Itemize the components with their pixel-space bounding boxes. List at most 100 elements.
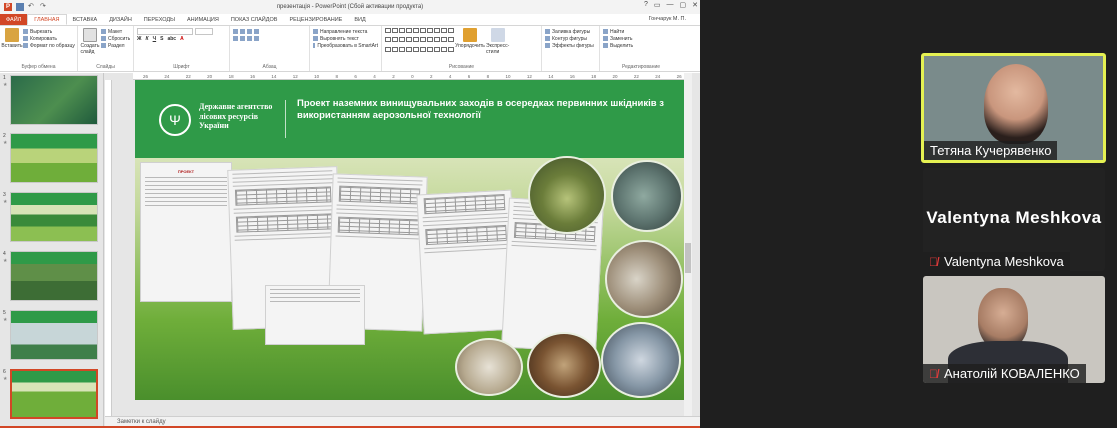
tab-animations[interactable]: АНИМАЦИЯ bbox=[181, 14, 225, 25]
replace-button[interactable]: Заменить bbox=[603, 35, 679, 42]
slide-thumbnail-3[interactable] bbox=[10, 192, 98, 242]
arrange-button[interactable]: Упорядочить bbox=[455, 28, 485, 55]
font-name-field[interactable] bbox=[137, 28, 193, 35]
participant-video[interactable]: Valentyna Meshkova 🎙̸ Valentyna Meshkova bbox=[923, 168, 1105, 271]
drawing-label: Рисование bbox=[448, 64, 475, 70]
undo-icon[interactable]: ↶ bbox=[28, 3, 36, 11]
justify-icon[interactable] bbox=[254, 36, 259, 41]
window-title: презентація - PowerPoint (Сбой активации… bbox=[276, 4, 424, 10]
thumb-star-icon: ★ bbox=[3, 140, 8, 146]
horizontal-ruler: 26 24 22 20 18 16 14 12 10 8 6 4 2 0 2 4 6 8 10 12 14 16 18 20 2… bbox=[133, 73, 692, 80]
clipboard-label: Буфер обмена bbox=[21, 64, 56, 70]
section-button[interactable]: Раздел bbox=[101, 42, 130, 49]
slide-thumbnail-1[interactable] bbox=[10, 75, 98, 125]
scrollbar-thumb[interactable] bbox=[685, 243, 691, 273]
shadow-icon[interactable]: S bbox=[160, 36, 163, 42]
align-center-icon[interactable] bbox=[240, 36, 245, 41]
paste-icon bbox=[5, 28, 19, 42]
align-left-icon[interactable] bbox=[233, 36, 238, 41]
strike-icon[interactable]: abc bbox=[167, 36, 176, 42]
save-icon[interactable] bbox=[16, 3, 24, 11]
slide-thumbnails-pane[interactable]: 1 ★ 2 ★ 3 ★ 4 ★ 5 ★ 6 ★ bbox=[0, 73, 104, 428]
tab-home[interactable]: ГЛАВНАЯ bbox=[27, 14, 67, 25]
participant-video[interactable]: Тетяна Кучерявенко bbox=[921, 53, 1106, 163]
align-right-icon[interactable] bbox=[247, 36, 252, 41]
tab-insert[interactable]: ВСТАВКА bbox=[67, 14, 104, 25]
layout-icon bbox=[101, 29, 106, 34]
underline-icon[interactable]: Ч bbox=[153, 36, 157, 42]
copy-icon bbox=[23, 36, 28, 41]
find-button[interactable]: Найти bbox=[603, 28, 679, 35]
vertical-scrollbar[interactable] bbox=[684, 73, 692, 418]
indent-icon[interactable] bbox=[247, 29, 252, 34]
microphone-muted-icon: 🎙̸ bbox=[929, 366, 938, 381]
shapes-gallery[interactable] bbox=[385, 28, 454, 55]
shape-format-group: Заливка фигуры Контур фигуры Эффекты фиг… bbox=[542, 26, 600, 71]
paragraph-align-buttons bbox=[233, 35, 306, 42]
slide-thumbnail-5[interactable] bbox=[10, 310, 98, 360]
participant-name: Анатолій КОВАЛЕНКО bbox=[944, 366, 1080, 381]
numbering-icon[interactable] bbox=[240, 29, 245, 34]
slide-canvas[interactable]: Ψ Державне агентство лісових ресурсів Ук… bbox=[135, 80, 684, 400]
select-button[interactable]: Выделить bbox=[603, 42, 679, 49]
tab-transitions[interactable]: ПЕРЕХОДЫ bbox=[138, 14, 181, 25]
bullets-icon[interactable] bbox=[233, 29, 238, 34]
slide-thumbnail-4[interactable] bbox=[10, 251, 98, 301]
bold-icon[interactable]: Ж bbox=[137, 36, 142, 42]
paste-button[interactable]: Вставить bbox=[1, 28, 23, 49]
account-name[interactable]: Гончарук М. П. bbox=[649, 16, 686, 22]
slide-thumbnail-6[interactable] bbox=[10, 369, 98, 419]
minimize-icon[interactable]: — bbox=[667, 1, 674, 9]
lab-worker-photo bbox=[605, 240, 683, 318]
new-slide-button[interactable]: Создать слайд bbox=[81, 28, 100, 55]
document-scan bbox=[265, 285, 365, 345]
slide-title[interactable]: Проект наземних винищувальних заходів в … bbox=[297, 98, 672, 122]
reset-button[interactable]: Сбросить bbox=[101, 35, 130, 42]
trident-emblem-icon: Ψ bbox=[159, 104, 191, 136]
thumb-number: 1 bbox=[3, 75, 6, 81]
slide-thumbnail-2[interactable] bbox=[10, 133, 98, 183]
tab-review[interactable]: РЕЦЕНЗИРОВАНИЕ bbox=[283, 14, 348, 25]
participant-face bbox=[984, 64, 1048, 144]
shape-fill-button[interactable]: Заливка фигуры bbox=[545, 28, 596, 35]
smartart-button[interactable]: Преобразовать в SmartArt bbox=[313, 42, 378, 49]
redo-icon[interactable]: ↷ bbox=[40, 3, 48, 11]
line-spacing-icon[interactable] bbox=[254, 29, 259, 34]
shape-effects-button[interactable]: Эффекты фигуры bbox=[545, 42, 596, 49]
drawing-group: Упорядочить Экспресс-стили Рисование bbox=[382, 26, 542, 71]
participant-name: Тетяна Кучерявенко bbox=[930, 143, 1052, 158]
new-slide-icon bbox=[83, 28, 97, 42]
text-direction-group: Направление текста Выровнять текст Преоб… bbox=[310, 26, 382, 71]
font-size-field[interactable] bbox=[195, 28, 213, 35]
participant-name-tag: 🎙̸ Valentyna Meshkova bbox=[923, 252, 1070, 271]
tab-slideshow[interactable]: ПОКАЗ СЛАЙДОВ bbox=[225, 14, 284, 25]
quick-styles-button[interactable]: Экспресс-стили bbox=[486, 28, 510, 55]
help-icon[interactable]: ? bbox=[644, 1, 648, 9]
font-format-buttons: Ж К Ч Sabc A bbox=[137, 35, 226, 42]
cut-button[interactable]: Вырезать bbox=[23, 28, 75, 35]
text-direction-button[interactable]: Направление текста bbox=[313, 28, 378, 35]
tab-design[interactable]: ДИЗАЙН bbox=[103, 14, 138, 25]
clipboard-group: Вставить Вырезать Копировать Формат по о… bbox=[0, 26, 78, 71]
vertical-ruler bbox=[105, 80, 112, 418]
participant-video[interactable]: 🎙̸ Анатолій КОВАЛЕНКО bbox=[923, 276, 1105, 383]
thumb-star-icon: ★ bbox=[3, 376, 8, 382]
copy-button[interactable]: Копировать bbox=[23, 35, 75, 42]
thumb-number: 6 bbox=[3, 369, 6, 375]
reset-icon bbox=[101, 36, 106, 41]
layout-button[interactable]: Макет bbox=[101, 28, 130, 35]
font-color-icon[interactable]: A bbox=[180, 36, 184, 42]
close-icon[interactable]: ✕ bbox=[692, 1, 698, 9]
tab-file[interactable]: ФАЙЛ bbox=[0, 14, 28, 25]
shape-outline-button[interactable]: Контур фигуры bbox=[545, 35, 596, 42]
tab-view[interactable]: ВИД bbox=[348, 14, 371, 25]
maximize-icon[interactable]: ▢ bbox=[680, 1, 687, 9]
paragraph-group: Абзац bbox=[230, 26, 310, 71]
italic-icon[interactable]: К bbox=[146, 36, 149, 42]
align-text-button[interactable]: Выровнять текст bbox=[313, 35, 378, 42]
search-icon bbox=[603, 29, 608, 34]
ribbon: Вставить Вырезать Копировать Формат по о… bbox=[0, 26, 700, 72]
ribbon-display-icon[interactable]: ▭ bbox=[654, 1, 661, 9]
font-group: Ж К Ч Sabc A Шрифт bbox=[134, 26, 230, 71]
format-painter-button[interactable]: Формат по образцу bbox=[23, 42, 75, 49]
